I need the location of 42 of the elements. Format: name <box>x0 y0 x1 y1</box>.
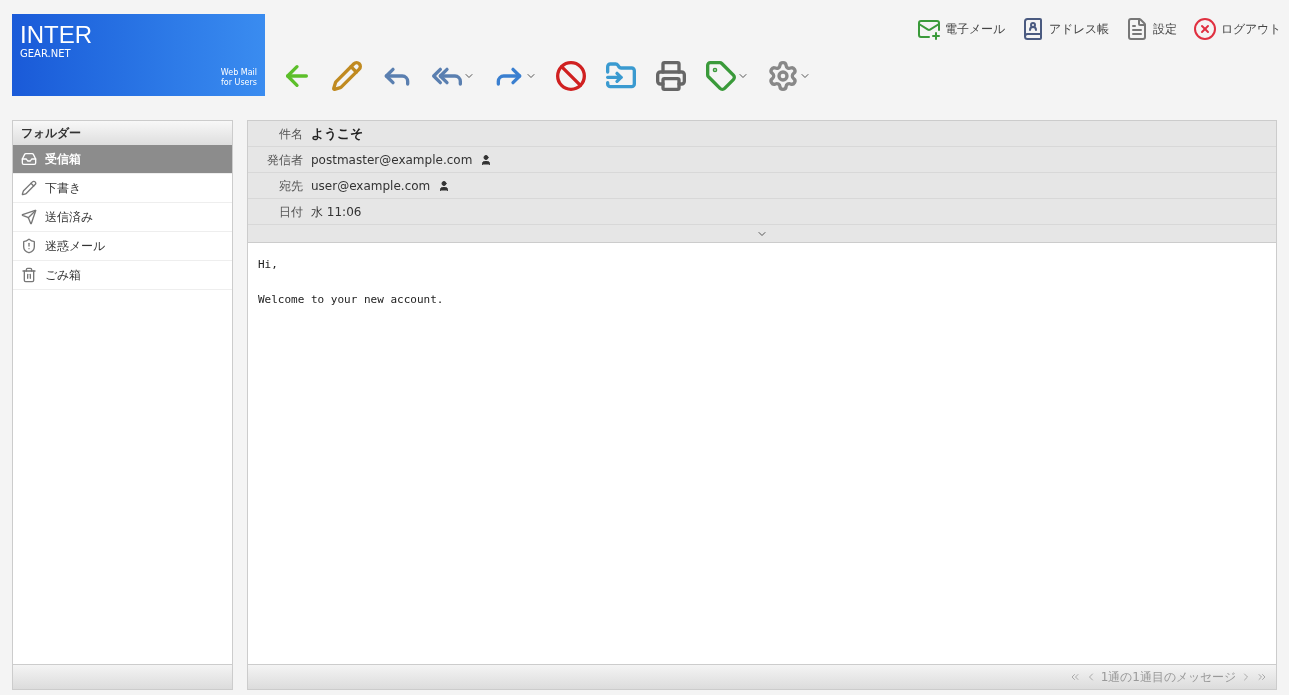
settings-icon <box>767 60 799 92</box>
inbox-icon <box>21 151 37 167</box>
logo-tagline: for Users <box>221 78 257 88</box>
header-label: 日付 <box>278 203 303 221</box>
logo-tagline: Web Mail <box>220 68 257 78</box>
header-value: user@example.com <box>311 177 431 195</box>
nav-link[interactable]: 電子メール <box>917 17 1005 41</box>
header-label: 件名 <box>278 125 303 143</box>
mail-icon <box>917 17 941 41</box>
logo-subtitle: GEAR.NET <box>20 48 72 60</box>
folder-label: ごみ箱 <box>45 267 81 284</box>
folder-header: フォルダー <box>13 121 232 145</box>
delete-icon <box>555 60 587 92</box>
last-page-icon[interactable] <box>1256 671 1268 683</box>
logo-title: INTER <box>20 22 92 48</box>
pencil-icon <box>21 180 37 196</box>
header-value: postmaster@example.com <box>311 151 473 169</box>
message-text: Welcome to your new account. <box>258 291 445 308</box>
print-icon <box>655 60 687 92</box>
tag-icon <box>705 60 737 92</box>
folder-label: 受信箱 <box>45 151 81 168</box>
settings-icon <box>1125 17 1149 41</box>
message-count: 1通の1通目のメッセージ <box>1100 669 1236 686</box>
contact-icon[interactable] <box>438 179 451 192</box>
header-value: ようこそ <box>311 124 363 143</box>
folder-label: 送信済み <box>45 209 93 226</box>
nav-link[interactable]: アドレス帳 <box>1021 17 1109 41</box>
send-icon <box>21 209 37 225</box>
nav-link[interactable]: ログアウト <box>1193 17 1281 41</box>
header-label: 発信者 <box>266 151 303 169</box>
nav-link[interactable]: 設定 <box>1125 17 1177 41</box>
address-book-icon <box>1021 17 1045 41</box>
folder-label: 下書き <box>45 180 81 197</box>
header-label: 宛先 <box>278 177 303 195</box>
header-value: 水 11:06 <box>311 203 362 221</box>
contact-icon[interactable] <box>480 153 493 166</box>
folder-label: 迷惑メール <box>45 238 105 255</box>
pencil-icon <box>331 60 363 92</box>
close-icon <box>1193 17 1217 41</box>
trash-icon <box>21 267 37 283</box>
message-text: Hi, <box>258 257 279 273</box>
shield-icon <box>21 238 37 254</box>
